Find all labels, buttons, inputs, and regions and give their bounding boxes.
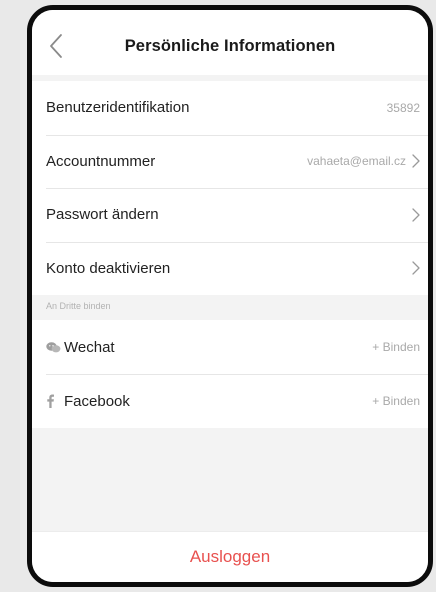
account-number-value: vahaeta@email.cz (307, 154, 406, 169)
account-number-row[interactable]: Accountnummer vahaeta@email.cz (32, 134, 428, 189)
facebook-icon (47, 394, 54, 408)
logout-label: Ausloggen (189, 547, 271, 566)
deactivate-account-label: Konto deaktivieren (46, 259, 171, 277)
change-password-label: Passwort ändern (46, 206, 159, 224)
account-number-label: Accountnummer (46, 152, 156, 170)
user-id-row: Benutzeridentifikation 35892 (32, 81, 428, 135)
chevron-right-icon (412, 154, 420, 168)
account-settings-list: Benutzeridentifikation 35892 Accountnumm… (32, 81, 428, 295)
chevron-right-icon (412, 261, 420, 275)
third-party-list: Wechat + Binden Facebook + Binden (32, 320, 428, 428)
user-id-value: 35892 (386, 100, 420, 115)
page-title: Persönliche Informationen (124, 37, 336, 55)
facebook-bind-button[interactable]: + Binden (372, 394, 420, 408)
wechat-row[interactable]: Wechat + Binden (32, 320, 428, 374)
change-password-row[interactable]: Passwort ändern (32, 188, 428, 242)
navigation-bar: Persönliche Informationen (32, 10, 428, 75)
wechat-icon (46, 341, 61, 352)
third-party-section-label: An Dritte binden (46, 301, 111, 311)
logout-button[interactable]: Ausloggen (32, 531, 428, 582)
facebook-label: Facebook (64, 392, 130, 410)
wechat-label: Wechat (64, 338, 115, 356)
deactivate-account-row[interactable]: Konto deaktivieren (32, 241, 428, 296)
phone-frame: Persönliche Informationen Benutzeridenti… (27, 5, 433, 587)
user-id-label: Benutzeridentifikation (46, 99, 190, 117)
wechat-bind-button[interactable]: + Binden (372, 340, 420, 354)
chevron-right-icon (412, 208, 420, 222)
facebook-row[interactable]: Facebook + Binden (32, 374, 428, 428)
